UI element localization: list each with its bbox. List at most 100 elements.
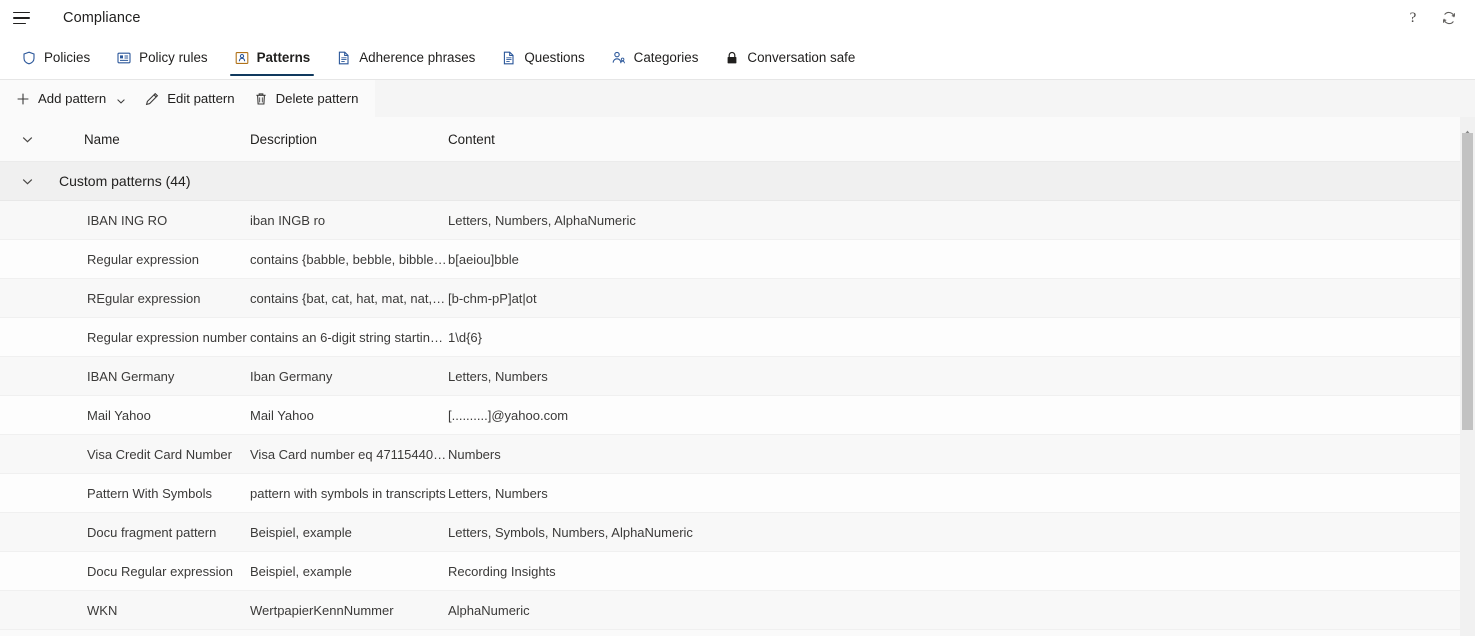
table-row[interactable]: IBAN Germany Iban Germany Letters, Numbe… (0, 357, 1460, 396)
patterns-table: Name Description Content Custom patterns… (0, 117, 1460, 636)
cell-description: Iban Germany (250, 368, 333, 384)
table-row[interactable]: Pattern With Symbols pattern with symbol… (0, 474, 1460, 513)
table-row[interactable]: Regular expression contains {babble, beb… (0, 240, 1460, 279)
compliance-app-window: Compliance ? Policies Policy rules Patte… (0, 0, 1475, 636)
cell-description: Beispiel, example (250, 524, 352, 540)
tab-policy-rules[interactable]: Policy rules (103, 36, 220, 79)
group-expand-toggle[interactable] (0, 175, 55, 188)
document-icon (336, 50, 352, 66)
add-pattern-label: Add pattern (38, 91, 107, 106)
hamburger-icon[interactable] (10, 5, 36, 31)
patterns-list-body: Name Description Content Custom patterns… (0, 117, 1475, 636)
tab-questions[interactable]: Questions (488, 36, 597, 79)
lock-icon (724, 50, 740, 66)
triangle-up-icon (1464, 122, 1471, 135)
cell-content: [..........]@yahoo.com (448, 407, 569, 423)
list-card-icon (116, 50, 132, 66)
tab-label: Categories (633, 49, 699, 65)
delete-pattern-button[interactable]: Delete pattern (244, 83, 368, 115)
command-bar-container: Add pattern Edit pattern Delete pattern (0, 80, 1475, 117)
group-header-row[interactable]: Custom patterns (44) (0, 162, 1460, 201)
cell-description: Beispiel, example (250, 563, 352, 579)
cell-description: WertpapierKennNummer (250, 602, 394, 618)
document-icon (501, 50, 517, 66)
tab-label: Policies (44, 49, 91, 65)
cell-name: Docu fragment pattern (87, 524, 217, 540)
column-header-description[interactable]: Description (250, 132, 448, 147)
table-header-row: Name Description Content (0, 117, 1460, 162)
cell-description: contains an 6-digit string starting wi..… (250, 329, 448, 345)
tab-conversation-safe[interactable]: Conversation safe (711, 36, 868, 79)
cell-content: AlphaNumeric (448, 602, 530, 618)
table-row[interactable]: Docu Regular expression Beispiel, exampl… (0, 552, 1460, 591)
title-bar: Compliance ? (0, 0, 1475, 36)
table-row[interactable]: Mail Yahoo Mail Yahoo [..........]@yahoo… (0, 396, 1460, 435)
tab-label: Policy rules (139, 49, 208, 65)
title-bar-actions: ? (1401, 6, 1461, 30)
table-row[interactable]: Regular expression number contains an 6-… (0, 318, 1460, 357)
delete-pattern-label: Delete pattern (275, 91, 359, 106)
cell-name: REgular expression (87, 290, 201, 306)
expand-all-toggle[interactable] (0, 133, 55, 146)
cell-content: Letters, Numbers (448, 368, 548, 384)
vertical-scrollbar[interactable] (1460, 117, 1475, 636)
column-header-content[interactable]: Content (448, 132, 1460, 147)
edit-pattern-button[interactable]: Edit pattern (135, 83, 243, 115)
add-pattern-button[interactable]: Add pattern (6, 83, 135, 115)
main-tab-bar: Policies Policy rules Patterns Adherence… (0, 36, 1475, 80)
tab-categories[interactable]: Categories (598, 36, 712, 79)
tab-patterns[interactable]: Patterns (221, 36, 324, 79)
tab-label: Conversation safe (747, 49, 856, 65)
cell-name: Regular expression (87, 251, 200, 267)
cell-content: 1\d{6} (448, 329, 482, 345)
help-icon[interactable]: ? (1401, 6, 1425, 30)
tab-adherence-phrases[interactable]: Adherence phrases (323, 36, 488, 79)
cell-content: Numbers (448, 446, 501, 462)
cell-description: iban INGB ro (250, 212, 326, 228)
table-row[interactable]: WKN WertpapierKennNummer AlphaNumeric (0, 591, 1460, 630)
cell-name: Docu Regular expression (87, 563, 233, 579)
trash-icon (253, 91, 269, 107)
cell-name: Regular expression number (87, 329, 247, 345)
table-row[interactable]: Visa Credit Card Number Visa Card number… (0, 435, 1460, 474)
table-row[interactable]: REgular expression contains {bat, cat, h… (0, 279, 1460, 318)
cell-description: contains {babble, bebble, bibble, bo... (250, 251, 448, 267)
tab-policies[interactable]: Policies (8, 36, 103, 79)
cell-name: IBAN Germany (87, 368, 175, 384)
tab-label: Adherence phrases (359, 49, 476, 65)
group-header-label: Custom patterns (44) (59, 173, 191, 189)
cell-description: pattern with symbols in transcripts (250, 485, 446, 501)
chevron-down-icon (21, 133, 34, 146)
cell-description: contains {bat, cat, hat, mat, nat, oat, … (250, 290, 448, 306)
cell-content: [b-chm-pP]at|ot (448, 290, 537, 306)
table-row[interactable]: Docu fragment pattern Beispiel, example … (0, 513, 1460, 552)
cell-name: Visa Credit Card Number (87, 446, 232, 462)
scrollbar-thumb[interactable] (1462, 133, 1473, 430)
column-header-name[interactable]: Name (55, 132, 250, 147)
cell-description: Visa Card number eq 47115440353... (250, 446, 448, 462)
shield-icon (21, 50, 37, 66)
patterns-icon (234, 50, 250, 66)
cell-content: Letters, Numbers (448, 485, 548, 501)
chevron-down-icon (116, 94, 126, 104)
pencil-icon (144, 91, 160, 107)
cell-name: Pattern With Symbols (87, 485, 212, 501)
cell-content: Letters, Numbers, AlphaNumeric (448, 212, 636, 228)
edit-pattern-label: Edit pattern (167, 91, 235, 106)
cell-name: WKN (87, 602, 118, 618)
cell-content: b[aeiou]bble (448, 251, 519, 267)
chevron-down-icon (21, 175, 34, 188)
cell-name: Mail Yahoo (87, 407, 151, 423)
tab-label: Questions (524, 49, 585, 65)
cell-content: Letters, Symbols, Numbers, AlphaNumeric (448, 524, 693, 540)
tab-label: Patterns (256, 49, 311, 65)
command-bar: Add pattern Edit pattern Delete pattern (0, 80, 376, 117)
table-row[interactable]: IBAN ING RO iban INGB ro Letters, Number… (0, 201, 1460, 240)
cell-description: Mail Yahoo (250, 407, 314, 423)
plus-icon (15, 91, 31, 107)
cell-content: Recording Insights (448, 563, 556, 579)
scroll-up-button[interactable] (1460, 117, 1475, 135)
refresh-icon[interactable] (1437, 6, 1461, 30)
page-title: Compliance (63, 10, 141, 26)
people-icon (611, 50, 627, 66)
